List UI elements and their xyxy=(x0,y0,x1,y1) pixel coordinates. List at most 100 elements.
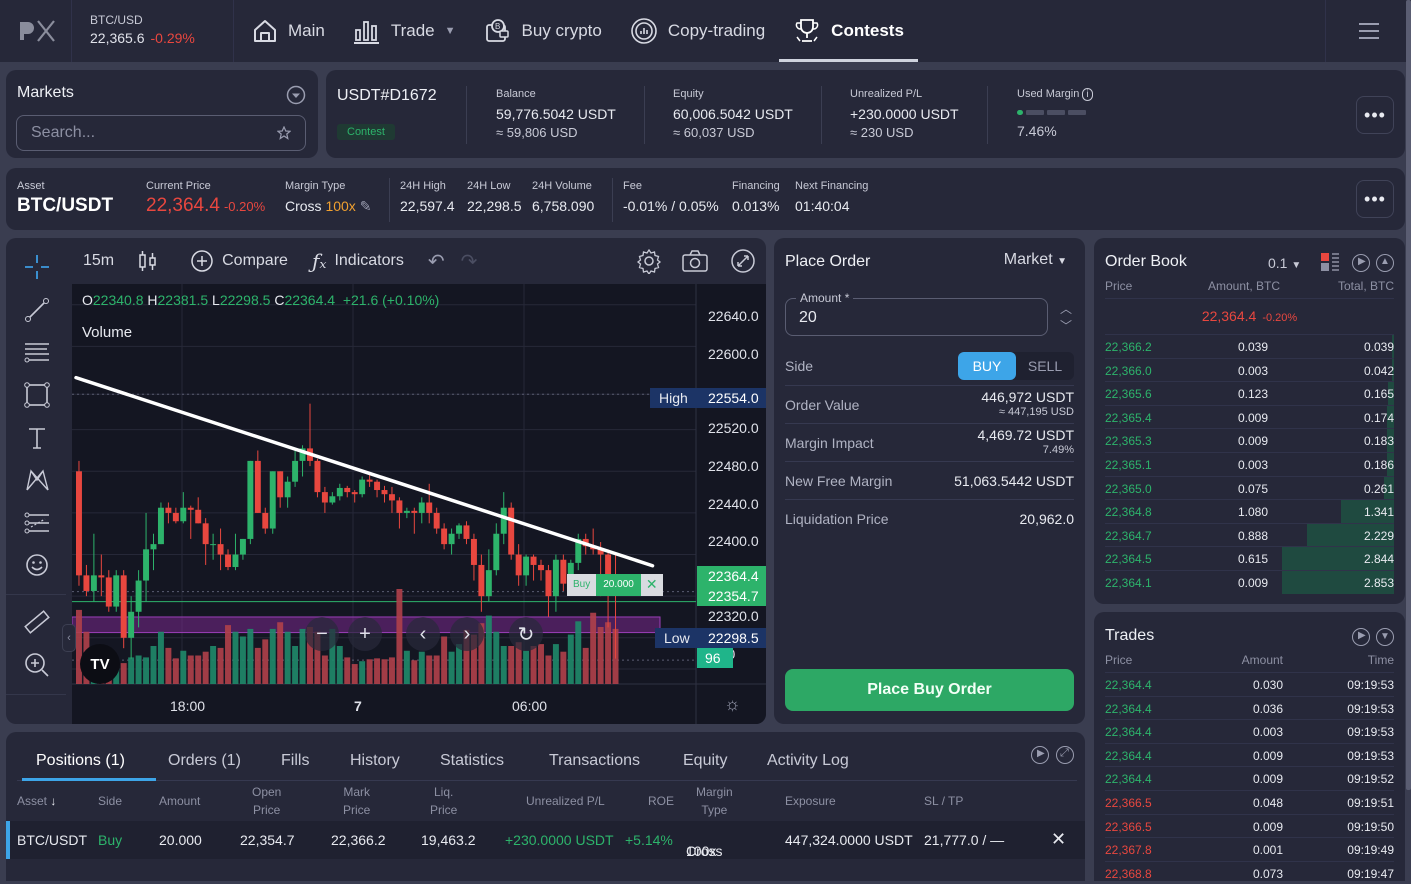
amount-stepper[interactable]: ︿ ﹀ xyxy=(1058,300,1074,334)
positions-expand-button[interactable]: ⤢ xyxy=(1056,746,1074,764)
y-tick: 22520.0 xyxy=(708,420,759,436)
zoom-out-button[interactable]: − xyxy=(305,617,339,651)
scroll-left-button[interactable]: ‹ xyxy=(406,617,440,651)
candle-body xyxy=(120,575,127,638)
buy-toggle[interactable]: BUY xyxy=(958,352,1016,380)
order-book-row[interactable]: 22,366.2 0.039 0.039 xyxy=(1105,334,1394,358)
liquidation-price-value: 20,962.0 xyxy=(1019,511,1075,527)
pencil-icon[interactable]: ✎ xyxy=(360,198,372,214)
reset-chart-button[interactable]: ↻ xyxy=(509,617,543,651)
prediction-tool[interactable] xyxy=(22,508,52,538)
order-book-row[interactable]: 22,364.1 0.009 2.853 xyxy=(1105,570,1394,594)
zoom-in-button[interactable]: + xyxy=(348,617,382,651)
tab-statistics[interactable]: Statistics xyxy=(440,752,504,770)
nav-contests[interactable]: Contests xyxy=(779,0,918,62)
fib-tool[interactable] xyxy=(22,337,52,367)
position-row[interactable]: BTC/USDT Buy 20.000 22,354.7 22,366.2 19… xyxy=(6,821,1085,859)
header-ticker[interactable]: BTC/USD 22,365.6 -0.29% xyxy=(72,0,234,62)
rectangle-tool[interactable] xyxy=(22,380,52,410)
candle-body xyxy=(403,510,410,513)
order-book-row[interactable]: 22,365.4 0.009 0.174 xyxy=(1105,404,1394,429)
sell-toggle[interactable]: SELL xyxy=(1016,352,1074,380)
close-position-icon[interactable]: ✕ xyxy=(640,574,663,596)
position-line-tag[interactable]: Buy 20.000 ✕ xyxy=(567,574,663,596)
tab-history[interactable]: History xyxy=(350,752,400,770)
price-step-select[interactable]: 0.1 ▼ xyxy=(1268,255,1301,271)
info-icon[interactable]: i xyxy=(1082,88,1093,101)
chevron-up-icon[interactable]: ︿ xyxy=(1060,300,1072,317)
order-book-row[interactable]: 22,365.3 0.009 0.183 xyxy=(1105,428,1394,453)
trade-amount: 0.009 xyxy=(1252,819,1283,834)
pattern-tool[interactable] xyxy=(22,465,52,495)
fullscreen-button[interactable] xyxy=(730,248,764,274)
nav-main[interactable]: Main xyxy=(238,0,339,62)
asset-name[interactable]: BTC/USDT xyxy=(17,195,113,217)
measure-tool[interactable] xyxy=(22,607,52,637)
nav-copy-trading[interactable]: Copy-trading xyxy=(616,0,779,62)
book-price: 22,365.0 xyxy=(1105,481,1152,496)
indicators-button[interactable]: ƒₓ Indicators xyxy=(312,249,404,273)
place-buy-order-button[interactable]: Place Buy Order xyxy=(785,669,1074,711)
tab-positions[interactable]: Positions (1) xyxy=(36,752,125,770)
account-more-button[interactable]: ••• xyxy=(1356,96,1394,134)
chevron-down-icon[interactable]: ﹀ xyxy=(1060,317,1072,334)
drawing-toolbar xyxy=(6,238,66,724)
scroll-right-button[interactable]: › xyxy=(450,617,484,651)
liquidation-price-label: Liquidation Price xyxy=(785,511,889,527)
amount-input[interactable]: Amount * 20 xyxy=(785,291,1048,336)
chart-type-button[interactable] xyxy=(138,249,166,273)
book-collapse-button[interactable]: ▲ xyxy=(1376,254,1394,272)
order-book-row[interactable]: 22,365.1 0.003 0.186 xyxy=(1105,452,1394,476)
tradingview-logo[interactable]: TV xyxy=(80,644,120,684)
tab-fills[interactable]: Fills xyxy=(281,752,309,770)
interval-selector[interactable]: 15m xyxy=(83,252,114,270)
position-sl-tp[interactable]: 21,777.0 / — xyxy=(924,832,1004,848)
tab-orders[interactable]: Orders (1) xyxy=(168,752,241,770)
current-price-block: Current Price 22,364.4 -0.20% xyxy=(146,180,265,217)
order-book-row[interactable]: 22,365.6 0.123 0.165 xyxy=(1105,381,1394,406)
text-tool[interactable] xyxy=(22,423,52,453)
menu-button[interactable] xyxy=(1325,0,1411,62)
tab-activity-log[interactable]: Activity Log xyxy=(767,752,849,770)
markets-dropdown[interactable] xyxy=(286,85,306,110)
trendline-tool[interactable] xyxy=(22,295,52,325)
order-book-row[interactable]: 22,365.0 0.075 0.261 xyxy=(1105,475,1394,500)
redo-button[interactable]: ↷ xyxy=(461,249,478,274)
zoom-in-tool[interactable] xyxy=(22,650,52,680)
book-play-button[interactable]: ▶ xyxy=(1352,254,1370,272)
order-book-row[interactable]: 22,364.8 1.080 1.341 xyxy=(1105,499,1394,524)
order-book-row[interactable]: 22,364.5 0.615 2.844 xyxy=(1105,546,1394,571)
tab-equity[interactable]: Equity xyxy=(683,752,727,770)
order-book-row[interactable]: 22,364.7 0.888 2.229 xyxy=(1105,522,1394,547)
book-view-toggle[interactable] xyxy=(1320,252,1340,277)
positions-play-button[interactable]: ▶ xyxy=(1031,746,1049,764)
position-upl: +230.0000 USDT xyxy=(505,832,614,848)
crosshair-tool[interactable] xyxy=(22,252,52,282)
y-tick: 22640.0 xyxy=(708,308,759,324)
axis-settings-icon[interactable]: ☼ xyxy=(724,694,741,715)
trades-play-button[interactable]: ▶ xyxy=(1352,628,1370,646)
price-chart[interactable]: O22340.8 H22381.5 L22298.5 C22364.4 +21.… xyxy=(72,284,766,724)
emoji-tool[interactable] xyxy=(22,550,52,580)
undo-button[interactable]: ↶ xyxy=(428,249,445,274)
close-position-button[interactable]: ✕ xyxy=(1051,829,1066,850)
col-asset[interactable]: Asset ↓ xyxy=(17,792,56,810)
trades-expand-button[interactable]: ▼ xyxy=(1376,628,1394,646)
asset-more-button[interactable]: ••• xyxy=(1356,180,1394,218)
logo[interactable] xyxy=(0,0,72,62)
nav-trade[interactable]: Trade ▼ xyxy=(339,0,470,62)
compare-button[interactable]: Compare xyxy=(190,249,288,273)
side-toggle[interactable]: BUY SELL xyxy=(958,352,1074,380)
screenshot-button[interactable] xyxy=(681,249,717,273)
star-icon[interactable] xyxy=(277,126,291,140)
chart-settings-button[interactable] xyxy=(636,248,670,274)
order-type-select[interactable]: Market ▼ xyxy=(1004,251,1067,269)
toolbar-collapse-handle[interactable]: ‹ xyxy=(62,624,76,652)
order-book-row[interactable]: 22,366.0 0.003 0.042 xyxy=(1105,357,1394,382)
markets-search-input[interactable]: Search... xyxy=(16,115,306,151)
tab-transactions[interactable]: Transactions xyxy=(549,752,640,770)
page-scrollbar[interactable] xyxy=(1406,0,1411,790)
trade-row: 22,366.5 0.048 09:19:51 xyxy=(1105,790,1394,813)
margin-type-value[interactable]: Cross 100x ✎ xyxy=(285,198,371,215)
nav-buy-crypto[interactable]: B Buy crypto xyxy=(470,0,616,62)
